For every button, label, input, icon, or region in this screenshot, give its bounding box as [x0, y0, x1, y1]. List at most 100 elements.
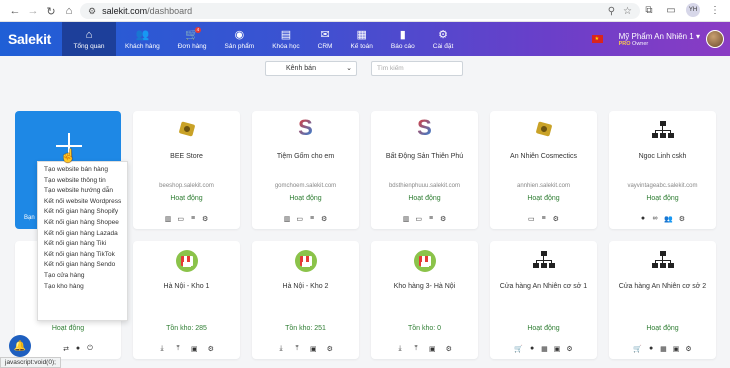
- settings-icon[interactable]: ⚙: [446, 345, 452, 353]
- box-icon[interactable]: ▣: [554, 345, 561, 353]
- settings-icon[interactable]: ⚙: [553, 215, 559, 223]
- sidepanel-icon[interactable]: ▭: [664, 3, 678, 17]
- menu-item[interactable]: Tạo website bán hàng: [38, 165, 127, 176]
- globe-icon[interactable]: ●: [640, 215, 646, 223]
- box-icon[interactable]: ▣: [673, 345, 680, 353]
- extensions-icon[interactable]: ⧉: [642, 3, 656, 17]
- users-icon[interactable]: 👥: [664, 215, 673, 223]
- calendar-icon[interactable]: ▦: [541, 345, 548, 353]
- bookmark-star-icon[interactable]: ☆: [623, 6, 632, 17]
- notification-bell-icon[interactable]: 🔔: [9, 335, 31, 357]
- nav-san-pham[interactable]: ◉ Sản phẩm: [216, 22, 264, 56]
- address-bar[interactable]: ⚙ salekit.com /dashboard ⚲ ☆: [80, 3, 640, 19]
- card-status: Hoạt động: [289, 195, 322, 202]
- nav-khach-hang[interactable]: 👥 Khách hàng: [116, 22, 169, 56]
- reload-icon[interactable]: ↻: [42, 2, 60, 20]
- warehouse-card[interactable]: Hà Nội - Kho 2 Tồn kho: 251 ⤓ ⤒ ▣ ⚙: [252, 241, 359, 359]
- settings-icon[interactable]: ⚙: [440, 215, 446, 223]
- settings-icon[interactable]: ⚙: [327, 345, 333, 353]
- box-icon[interactable]: ▣: [310, 345, 317, 353]
- link-icon[interactable]: ∞: [652, 215, 658, 223]
- nav-bao-cao[interactable]: ▮ Báo cáo: [382, 22, 424, 56]
- channel-card[interactable]: An Nhiên Cosmectics annhien.salekit.com …: [490, 111, 597, 229]
- nav-ke-toan[interactable]: ▦ Kế toán: [341, 22, 381, 56]
- monitor-icon[interactable]: ▭: [528, 215, 535, 223]
- user-icon[interactable]: ●: [529, 345, 535, 353]
- list-icon[interactable]: ≡: [190, 215, 196, 223]
- menu-item[interactable]: Tạo cửa hàng: [38, 271, 127, 282]
- back-icon[interactable]: ←: [6, 2, 24, 20]
- import-icon[interactable]: ⤓: [278, 345, 284, 353]
- barcode-icon[interactable]: ▥: [165, 215, 172, 223]
- monitor-icon[interactable]: ▭: [296, 215, 303, 223]
- menu-item[interactable]: Kết nối gian hàng TikTok: [38, 250, 127, 261]
- calendar-icon[interactable]: ▦: [660, 345, 667, 353]
- channel-card[interactable]: S Bất Động Sản Thiên Phú bdsthienphuuu.s…: [371, 111, 478, 229]
- list-icon[interactable]: ≡: [309, 215, 315, 223]
- card-url: beeshop.salekit.com: [159, 183, 214, 189]
- settings-icon[interactable]: ⚙: [321, 215, 327, 223]
- list-icon[interactable]: ≡: [541, 215, 547, 223]
- browser-menu-icon[interactable]: ⋮: [708, 3, 722, 17]
- warehouse-card[interactable]: Kho hàng 3- Hà Nội Tồn kho: 0 ⤓ ⤒ ▣ ⚙: [371, 241, 478, 359]
- channel-card[interactable]: BEE Store beeshop.salekit.com Hoạt động …: [133, 111, 240, 229]
- cart-icon[interactable]: 🛒: [514, 345, 523, 353]
- nav-khoa-hoc[interactable]: ▤ Khóa học: [263, 22, 308, 56]
- warehouse-card[interactable]: Hà Nội - Kho 1 Tồn kho: 285 ⤓ ⤒ ▣ ⚙: [133, 241, 240, 359]
- export-icon[interactable]: ⤒: [175, 345, 181, 353]
- monitor-icon[interactable]: ▭: [177, 215, 184, 223]
- globe-icon[interactable]: ●: [75, 345, 81, 353]
- settings-icon[interactable]: ⚙: [679, 215, 685, 223]
- settings-icon[interactable]: ⚙: [208, 345, 214, 353]
- power-icon[interactable]: ⏻: [87, 345, 93, 353]
- list-icon[interactable]: ≡: [428, 215, 434, 223]
- export-icon[interactable]: ⤒: [413, 345, 419, 353]
- menu-item[interactable]: Kết nối gian hàng Shopee: [38, 218, 127, 229]
- shop-switcher[interactable]: Mỹ Phẩm An Nhiên 1 ▾ PRO Owner: [619, 32, 700, 47]
- gear-icon: ⚙: [438, 28, 448, 41]
- user-icon[interactable]: ●: [648, 345, 654, 353]
- box-icon[interactable]: ▣: [429, 345, 436, 353]
- cart-icon[interactable]: 🛒: [633, 345, 642, 353]
- menu-item[interactable]: Tạo website thông tin: [38, 176, 127, 187]
- home-browser-icon[interactable]: ⌂: [60, 2, 78, 20]
- menu-item[interactable]: Kết nối gian hàng Sendo: [38, 260, 127, 271]
- settings-icon[interactable]: ⚙: [566, 345, 572, 353]
- zoom-search-icon[interactable]: ⚲: [608, 6, 615, 17]
- import-icon[interactable]: ⤓: [159, 345, 165, 353]
- salekit-logo[interactable]: Salekit: [0, 22, 62, 56]
- user-avatar[interactable]: [706, 30, 724, 48]
- barcode-icon[interactable]: ▥: [284, 215, 291, 223]
- channel-card[interactable]: Ngoc Linh cskh vayvintageabc.salekit.com…: [609, 111, 716, 229]
- menu-item[interactable]: Kết nối gian hàng Tiki: [38, 239, 127, 250]
- search-input[interactable]: Tìm kiếm: [371, 61, 463, 76]
- barcode-icon[interactable]: ▥: [403, 215, 410, 223]
- browser-profile-avatar[interactable]: YH: [686, 3, 700, 17]
- menu-item[interactable]: Kết nối gian hàng Lazada: [38, 229, 127, 240]
- import-icon[interactable]: ⤓: [397, 345, 403, 353]
- nav-cai-dat[interactable]: ⚙ Cài đặt: [424, 22, 463, 56]
- forward-icon[interactable]: →: [24, 2, 42, 20]
- store-card[interactable]: Cửa hàng An Nhiên cơ sở 1 Hoạt động 🛒 ● …: [490, 241, 597, 359]
- nav-tong-quan[interactable]: ⌂ Tổng quan: [62, 22, 116, 56]
- nav-crm[interactable]: ✉ CRM: [309, 22, 342, 56]
- nav-label: Tổng quan: [73, 42, 105, 50]
- card-status: Hoạt động: [170, 195, 203, 202]
- monitor-icon[interactable]: ▭: [415, 215, 422, 223]
- channel-select[interactable]: Kênh bán ⌄: [265, 61, 357, 76]
- settings-icon[interactable]: ⚙: [202, 215, 208, 223]
- store-card[interactable]: Cửa hàng An Nhiên cơ sở 2 Hoạt động 🛒 ● …: [609, 241, 716, 359]
- menu-item[interactable]: Kết nối website Wordpress: [38, 197, 127, 208]
- settings-icon[interactable]: ⚙: [685, 345, 691, 353]
- export-icon[interactable]: ⤒: [294, 345, 300, 353]
- box-icon[interactable]: ▣: [191, 345, 198, 353]
- menu-item[interactable]: Tạo website hướng dẫn: [38, 186, 127, 197]
- site-settings-icon[interactable]: ⚙: [88, 6, 96, 17]
- menu-item[interactable]: Kết nối gian hàng Shopify: [38, 207, 127, 218]
- network-icon: [651, 121, 674, 139]
- refresh-icon[interactable]: ⇄: [63, 345, 69, 353]
- channel-card[interactable]: S Tiệm Gốm cho em gomchoem.salekit.com H…: [252, 111, 359, 229]
- vietnam-flag-icon[interactable]: [591, 35, 603, 43]
- nav-don-hang[interactable]: 🛒 4 Đơn hàng: [169, 22, 216, 56]
- menu-item[interactable]: Tạo kho hàng: [38, 282, 127, 293]
